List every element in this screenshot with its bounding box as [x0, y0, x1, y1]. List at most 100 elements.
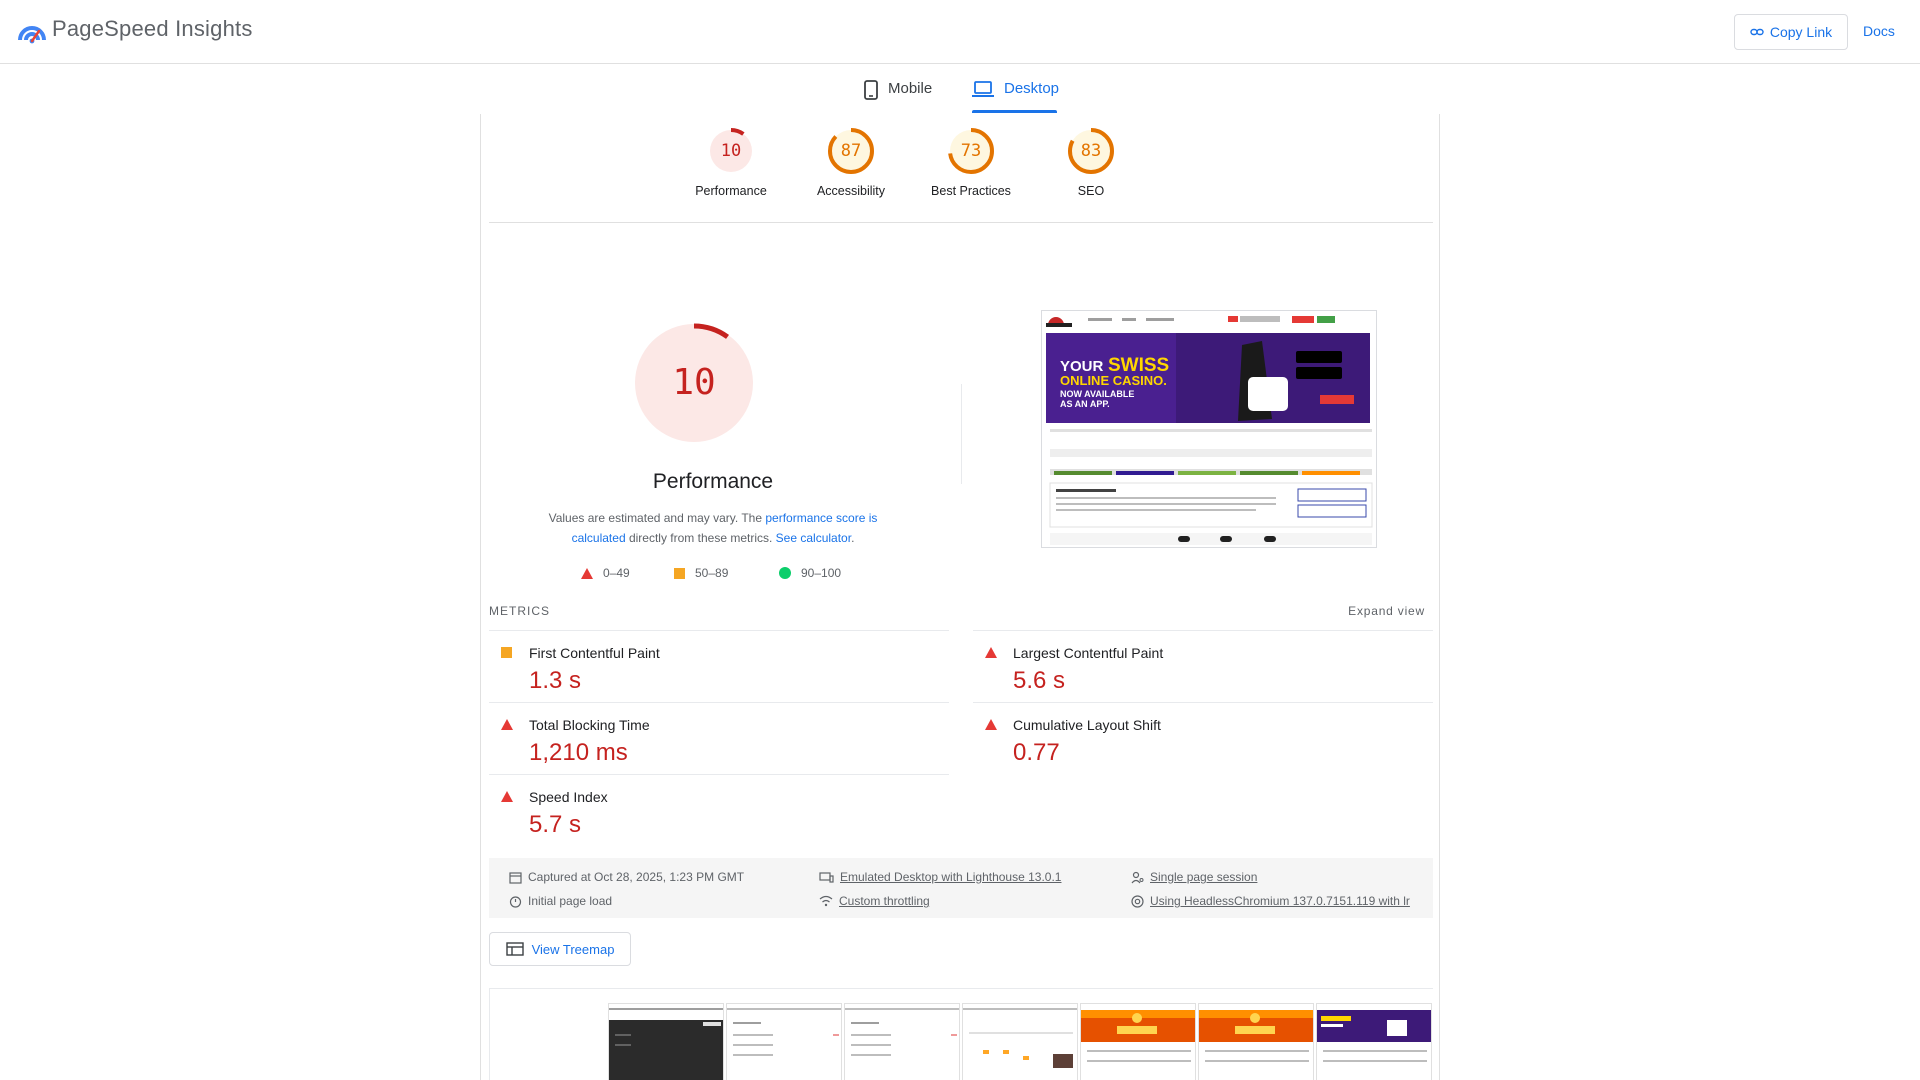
view-treemap-button[interactable]: View Treemap: [489, 932, 631, 966]
runtime-captured-text: Captured at Oct 28, 2025, 1:23 PM GMT: [528, 870, 745, 884]
gauge-accessibility[interactable]: 87 Accessibility: [801, 126, 901, 198]
triangle-fail-icon: [501, 791, 513, 802]
frame-image: [1199, 1004, 1313, 1080]
person-icon: [1131, 871, 1144, 883]
gauge-seo[interactable]: 83 SEO: [1041, 126, 1141, 198]
frame-image: [609, 1004, 723, 1080]
filmstrip-frame: [962, 1003, 1078, 1080]
calendar-icon: [509, 871, 522, 884]
filmstrip-frame: [1198, 1003, 1314, 1080]
desc-text: Values are estimated and may vary. The: [548, 511, 766, 525]
runtime-throttling[interactable]: Custom throttling: [819, 894, 930, 908]
gauge-score: 83: [1080, 141, 1102, 161]
gauge-best-practices[interactable]: 73 Best Practices: [921, 126, 1021, 198]
filmstrip-frame: [844, 1003, 960, 1080]
square-average-icon: [501, 647, 512, 658]
score-legend: 0–49 50–89 90–100: [581, 566, 861, 586]
triangle-fail-icon: [581, 567, 593, 579]
filmstrip-frame: [608, 1003, 724, 1080]
tab-desktop-label: Desktop: [1004, 80, 1060, 97]
legend-fail: 0–49: [581, 566, 630, 580]
tab-mobile-label: Mobile: [888, 80, 933, 97]
performance-score: 10: [672, 362, 716, 403]
see-calculator-link[interactable]: See calculator: [776, 531, 851, 545]
legend-average-range: 50–89: [695, 566, 729, 580]
metric-lcp: Largest Contentful Paint 5.6 s: [973, 630, 1433, 702]
gauge-score: 73: [960, 141, 982, 161]
metric-value: 0.77: [1013, 739, 1060, 766]
triangle-fail-icon: [985, 719, 997, 730]
view-treemap-label: View Treemap: [531, 941, 615, 957]
gauge-label: SEO: [1077, 184, 1105, 198]
gauges-divider: [489, 222, 1433, 223]
frame-image: [1317, 1004, 1431, 1080]
gauge-score: 10: [720, 141, 742, 161]
tab-mobile[interactable]: Mobile: [864, 80, 932, 110]
expand-view-toggle[interactable]: Expand view: [1348, 604, 1425, 618]
active-tab-indicator: [972, 110, 1057, 113]
metric-label: First Contentful Paint: [529, 645, 660, 661]
frame-image: [963, 1004, 1077, 1080]
frame-image: [727, 1004, 841, 1080]
timer-icon: [509, 895, 522, 908]
metric-fcp: First Contentful Paint 1.3 s: [489, 630, 949, 702]
performance-title: Performance: [652, 470, 774, 493]
gauge-score: 87: [840, 141, 862, 161]
tab-desktop[interactable]: Desktop: [972, 80, 1059, 110]
docs-link[interactable]: Docs: [1863, 23, 1895, 39]
square-average-icon: [674, 567, 685, 579]
filmstrip: [489, 988, 1433, 1080]
legend-pass-range: 90–100: [801, 566, 842, 580]
gauge-label: Accessibility: [816, 184, 886, 198]
devices-icon: [819, 871, 834, 883]
metric-label: Total Blocking Time: [529, 717, 650, 733]
metric-label: Cumulative Layout Shift: [1013, 717, 1161, 733]
app-header: PageSpeed Insights Copy Link Docs: [0, 0, 1920, 64]
hero-line2: ONLINE CASINO.: [1060, 373, 1167, 388]
triangle-fail-icon: [985, 647, 997, 658]
desc-text: directly from these metrics.: [625, 531, 776, 545]
runtime-initial-load-text: Initial page load: [528, 894, 613, 908]
runtime-session[interactable]: Single page session: [1131, 870, 1257, 884]
page-screenshot[interactable]: YOUR SWISS ONLINE CASINO. NOW AVAILABLE …: [1041, 310, 1377, 548]
runtime-session-text[interactable]: Single page session: [1150, 870, 1257, 884]
runtime-browser-text[interactable]: Using HeadlessChromium 137.0.7151.119 wi…: [1150, 894, 1410, 908]
metric-label: Speed Index: [529, 789, 608, 805]
performance-gauge-large: 10: [631, 320, 757, 446]
device-tabs: Mobile Desktop: [0, 64, 1920, 114]
hero-line3: NOW AVAILABLE: [1060, 389, 1134, 399]
filmstrip-frame: [726, 1003, 842, 1080]
copy-link-label: Copy Link: [1769, 24, 1833, 40]
runtime-browser[interactable]: Using HeadlessChromium 137.0.7151.119 wi…: [1131, 894, 1410, 908]
treemap-icon: [505, 942, 524, 956]
metric-value: 5.6 s: [1013, 667, 1066, 694]
chrome-icon: [1131, 894, 1144, 908]
metric-value: 1.3 s: [529, 667, 582, 694]
gauge-performance[interactable]: 10 Performance: [681, 126, 781, 198]
runtime-throttling-text[interactable]: Custom throttling: [839, 894, 930, 908]
metric-speed-index: Speed Index 5.7 s: [489, 774, 949, 846]
filmstrip-frame: [1080, 1003, 1196, 1080]
runtime-emulated[interactable]: Emulated Desktop with Lighthouse 13.0.1: [819, 870, 1061, 884]
metric-tbt: Total Blocking Time 1,210 ms: [489, 702, 949, 774]
metric-value: 1,210 ms: [529, 739, 628, 766]
screenshot-image: YOUR SWISS ONLINE CASINO. NOW AVAILABLE …: [1042, 311, 1376, 547]
metric-value: 5.7 s: [529, 811, 582, 838]
circle-pass-icon: [779, 567, 791, 579]
category-gauges: 10 Performance 87 Accessibility 73 Best …: [481, 114, 1441, 224]
copy-link-button[interactable]: Copy Link: [1734, 14, 1848, 50]
section-divider: [961, 384, 962, 484]
desc-text: .: [851, 531, 855, 545]
metrics-heading: METRICS: [489, 604, 550, 618]
phone-icon: [864, 80, 878, 100]
runtime-captured: Captured at Oct 28, 2025, 1:23 PM GMT: [509, 870, 744, 884]
frame-image: [1081, 1004, 1195, 1080]
hero-line4: AS AN APP.: [1060, 399, 1110, 409]
metrics-header: METRICS Expand view: [489, 604, 1433, 624]
runtime-emulated-text[interactable]: Emulated Desktop with Lighthouse 13.0.1: [840, 870, 1061, 884]
app-title: PageSpeed Insights: [52, 16, 253, 41]
runtime-initial-load: Initial page load: [509, 894, 612, 908]
link-icon: [1750, 28, 1764, 36]
gauge-label: Performance: [695, 184, 767, 198]
gauge-label: Best Practices: [931, 184, 1011, 198]
